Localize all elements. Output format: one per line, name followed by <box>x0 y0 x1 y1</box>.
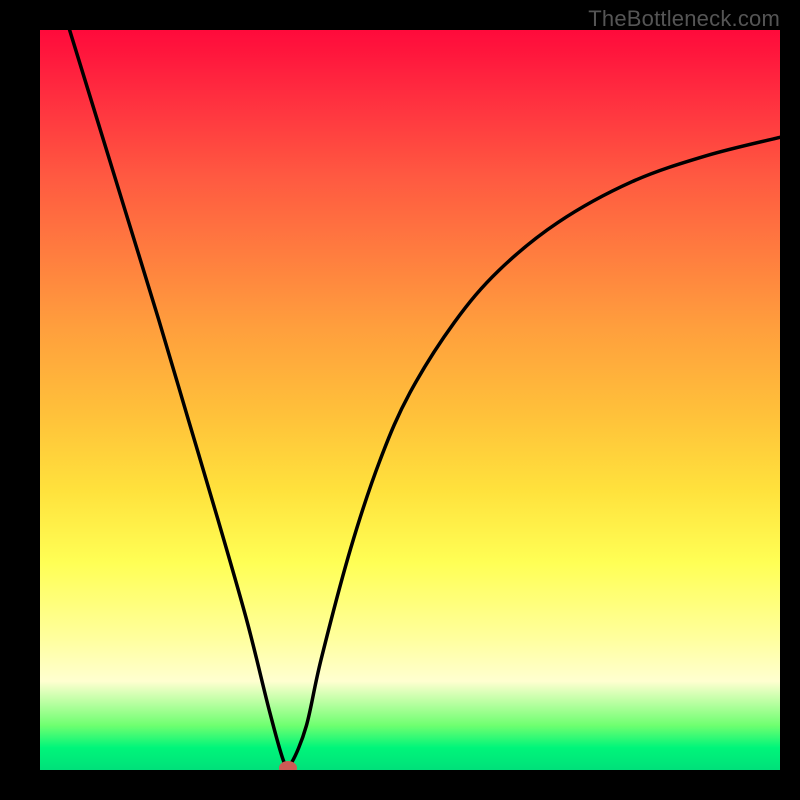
curve-svg <box>40 30 780 770</box>
min-point-marker <box>279 761 297 770</box>
watermark-text: TheBottleneck.com <box>588 6 780 32</box>
chart-container: TheBottleneck.com <box>0 0 800 800</box>
bottleneck-curve <box>70 30 780 768</box>
plot-area <box>40 30 780 770</box>
